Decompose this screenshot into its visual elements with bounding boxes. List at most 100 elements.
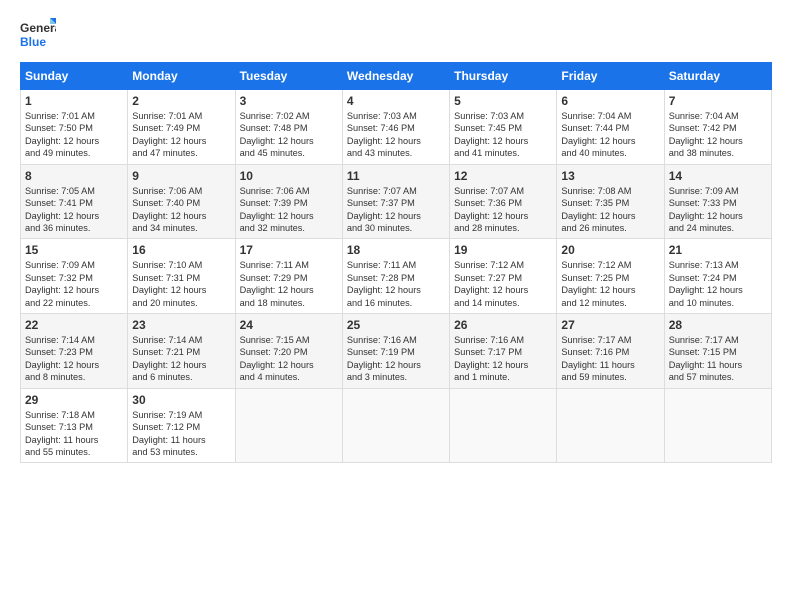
day-number: 4 bbox=[347, 94, 445, 108]
day-number: 24 bbox=[240, 318, 338, 332]
table-row: 30 Sunrise: 7:19 AMSunset: 7:12 PMDayligh… bbox=[128, 388, 235, 463]
cell-content: Sunrise: 7:19 AMSunset: 7:12 PMDaylight:… bbox=[132, 409, 230, 459]
cell-content: Sunrise: 7:11 AMSunset: 7:28 PMDaylight:… bbox=[347, 259, 445, 309]
table-row: 24 Sunrise: 7:15 AMSunset: 7:20 PMDayligh… bbox=[235, 314, 342, 389]
day-number: 9 bbox=[132, 169, 230, 183]
day-number: 19 bbox=[454, 243, 552, 257]
cell-content: Sunrise: 7:01 AMSunset: 7:49 PMDaylight:… bbox=[132, 110, 230, 160]
table-row: 2 Sunrise: 7:01 AMSunset: 7:49 PMDaylight… bbox=[128, 90, 235, 165]
cell-content: Sunrise: 7:16 AMSunset: 7:19 PMDaylight:… bbox=[347, 334, 445, 384]
day-number: 12 bbox=[454, 169, 552, 183]
table-row: 4 Sunrise: 7:03 AMSunset: 7:46 PMDaylight… bbox=[342, 90, 449, 165]
cell-content: Sunrise: 7:12 AMSunset: 7:25 PMDaylight:… bbox=[561, 259, 659, 309]
cell-content: Sunrise: 7:16 AMSunset: 7:17 PMDaylight:… bbox=[454, 334, 552, 384]
cell-content: Sunrise: 7:03 AMSunset: 7:45 PMDaylight:… bbox=[454, 110, 552, 160]
table-row: 3 Sunrise: 7:02 AMSunset: 7:48 PMDaylight… bbox=[235, 90, 342, 165]
cell-content: Sunrise: 7:06 AMSunset: 7:40 PMDaylight:… bbox=[132, 185, 230, 235]
table-row bbox=[450, 388, 557, 463]
cell-content: Sunrise: 7:03 AMSunset: 7:46 PMDaylight:… bbox=[347, 110, 445, 160]
calendar-row: 8 Sunrise: 7:05 AMSunset: 7:41 PMDaylight… bbox=[21, 164, 772, 239]
table-row: 7 Sunrise: 7:04 AMSunset: 7:42 PMDaylight… bbox=[664, 90, 771, 165]
table-row: 8 Sunrise: 7:05 AMSunset: 7:41 PMDaylight… bbox=[21, 164, 128, 239]
table-row: 19 Sunrise: 7:12 AMSunset: 7:27 PMDayligh… bbox=[450, 239, 557, 314]
table-row: 5 Sunrise: 7:03 AMSunset: 7:45 PMDaylight… bbox=[450, 90, 557, 165]
cell-content: Sunrise: 7:14 AMSunset: 7:21 PMDaylight:… bbox=[132, 334, 230, 384]
calendar-body: 1 Sunrise: 7:01 AMSunset: 7:50 PMDaylight… bbox=[21, 90, 772, 463]
cell-content: Sunrise: 7:17 AMSunset: 7:16 PMDaylight:… bbox=[561, 334, 659, 384]
col-friday: Friday bbox=[557, 63, 664, 90]
day-number: 2 bbox=[132, 94, 230, 108]
table-row: 1 Sunrise: 7:01 AMSunset: 7:50 PMDaylight… bbox=[21, 90, 128, 165]
day-number: 29 bbox=[25, 393, 123, 407]
col-tuesday: Tuesday bbox=[235, 63, 342, 90]
table-row: 11 Sunrise: 7:07 AMSunset: 7:37 PMDayligh… bbox=[342, 164, 449, 239]
day-number: 8 bbox=[25, 169, 123, 183]
col-monday: Monday bbox=[128, 63, 235, 90]
cell-content: Sunrise: 7:09 AMSunset: 7:32 PMDaylight:… bbox=[25, 259, 123, 309]
day-number: 13 bbox=[561, 169, 659, 183]
col-wednesday: Wednesday bbox=[342, 63, 449, 90]
calendar-table: Sunday Monday Tuesday Wednesday Thursday… bbox=[20, 62, 772, 463]
calendar-row: 29 Sunrise: 7:18 AMSunset: 7:13 PMDayligh… bbox=[21, 388, 772, 463]
cell-content: Sunrise: 7:02 AMSunset: 7:48 PMDaylight:… bbox=[240, 110, 338, 160]
day-number: 3 bbox=[240, 94, 338, 108]
table-row: 10Sunrise: 7:06 AMSunset: 7:39 PMDayligh… bbox=[235, 164, 342, 239]
table-row: 13 Sunrise: 7:08 AMSunset: 7:35 PMDayligh… bbox=[557, 164, 664, 239]
day-number: 15 bbox=[25, 243, 123, 257]
cell-content: Sunrise: 7:15 AMSunset: 7:20 PMDaylight:… bbox=[240, 334, 338, 384]
calendar-row: 1 Sunrise: 7:01 AMSunset: 7:50 PMDaylight… bbox=[21, 90, 772, 165]
day-number: 30 bbox=[132, 393, 230, 407]
day-number: 27 bbox=[561, 318, 659, 332]
cell-content: Sunrise: 7:10 AMSunset: 7:31 PMDaylight:… bbox=[132, 259, 230, 309]
day-number: 11 bbox=[347, 169, 445, 183]
logo-svg: General Blue bbox=[20, 16, 56, 52]
cell-content: Sunrise: 7:11 AMSunset: 7:29 PMDaylight:… bbox=[240, 259, 338, 309]
day-number: 1 bbox=[25, 94, 123, 108]
table-row: 20 Sunrise: 7:12 AMSunset: 7:25 PMDayligh… bbox=[557, 239, 664, 314]
table-row: 17 Sunrise: 7:11 AMSunset: 7:29 PMDayligh… bbox=[235, 239, 342, 314]
table-row: 26Sunrise: 7:16 AMSunset: 7:17 PMDayligh… bbox=[450, 314, 557, 389]
day-number: 20 bbox=[561, 243, 659, 257]
logo: General Blue bbox=[20, 16, 56, 52]
day-number: 25 bbox=[347, 318, 445, 332]
header-row: Sunday Monday Tuesday Wednesday Thursday… bbox=[21, 63, 772, 90]
day-number: 7 bbox=[669, 94, 767, 108]
table-row: 6 Sunrise: 7:04 AMSunset: 7:44 PMDaylight… bbox=[557, 90, 664, 165]
table-row: 16Sunrise: 7:10 AMSunset: 7:31 PMDayligh… bbox=[128, 239, 235, 314]
cell-content: Sunrise: 7:18 AMSunset: 7:13 PMDaylight:… bbox=[25, 409, 123, 459]
col-saturday: Saturday bbox=[664, 63, 771, 90]
table-row: 23 Sunrise: 7:14 AMSunset: 7:21 PMDayligh… bbox=[128, 314, 235, 389]
cell-content: Sunrise: 7:04 AMSunset: 7:42 PMDaylight:… bbox=[669, 110, 767, 160]
cell-content: Sunrise: 7:13 AMSunset: 7:24 PMDaylight:… bbox=[669, 259, 767, 309]
table-row: 14Sunrise: 7:09 AMSunset: 7:33 PMDayligh… bbox=[664, 164, 771, 239]
cell-content: Sunrise: 7:14 AMSunset: 7:23 PMDaylight:… bbox=[25, 334, 123, 384]
cell-content: Sunrise: 7:01 AMSunset: 7:50 PMDaylight:… bbox=[25, 110, 123, 160]
day-number: 17 bbox=[240, 243, 338, 257]
col-sunday: Sunday bbox=[21, 63, 128, 90]
day-number: 28 bbox=[669, 318, 767, 332]
table-row bbox=[557, 388, 664, 463]
table-row: 12 Sunrise: 7:07 AMSunset: 7:36 PMDayligh… bbox=[450, 164, 557, 239]
cell-content: Sunrise: 7:07 AMSunset: 7:36 PMDaylight:… bbox=[454, 185, 552, 235]
calendar-row: 22Sunrise: 7:14 AMSunset: 7:23 PMDayligh… bbox=[21, 314, 772, 389]
table-row: 22Sunrise: 7:14 AMSunset: 7:23 PMDayligh… bbox=[21, 314, 128, 389]
day-number: 21 bbox=[669, 243, 767, 257]
table-row bbox=[235, 388, 342, 463]
page: General Blue Sunday Monday Tuesday Wedne… bbox=[0, 0, 792, 612]
day-number: 6 bbox=[561, 94, 659, 108]
cell-content: Sunrise: 7:08 AMSunset: 7:35 PMDaylight:… bbox=[561, 185, 659, 235]
cell-content: Sunrise: 7:06 AMSunset: 7:39 PMDaylight:… bbox=[240, 185, 338, 235]
cell-content: Sunrise: 7:04 AMSunset: 7:44 PMDaylight:… bbox=[561, 110, 659, 160]
day-number: 23 bbox=[132, 318, 230, 332]
calendar-row: 15 Sunrise: 7:09 AMSunset: 7:32 PMDayligh… bbox=[21, 239, 772, 314]
cell-content: Sunrise: 7:05 AMSunset: 7:41 PMDaylight:… bbox=[25, 185, 123, 235]
table-row: 15 Sunrise: 7:09 AMSunset: 7:32 PMDayligh… bbox=[21, 239, 128, 314]
cell-content: Sunrise: 7:07 AMSunset: 7:37 PMDaylight:… bbox=[347, 185, 445, 235]
table-row bbox=[664, 388, 771, 463]
table-row: 18Sunrise: 7:11 AMSunset: 7:28 PMDayligh… bbox=[342, 239, 449, 314]
cell-content: Sunrise: 7:09 AMSunset: 7:33 PMDaylight:… bbox=[669, 185, 767, 235]
day-number: 5 bbox=[454, 94, 552, 108]
table-row: 25 Sunrise: 7:16 AMSunset: 7:19 PMDayligh… bbox=[342, 314, 449, 389]
table-row: 28Sunrise: 7:17 AMSunset: 7:15 PMDayligh… bbox=[664, 314, 771, 389]
cell-content: Sunrise: 7:12 AMSunset: 7:27 PMDaylight:… bbox=[454, 259, 552, 309]
